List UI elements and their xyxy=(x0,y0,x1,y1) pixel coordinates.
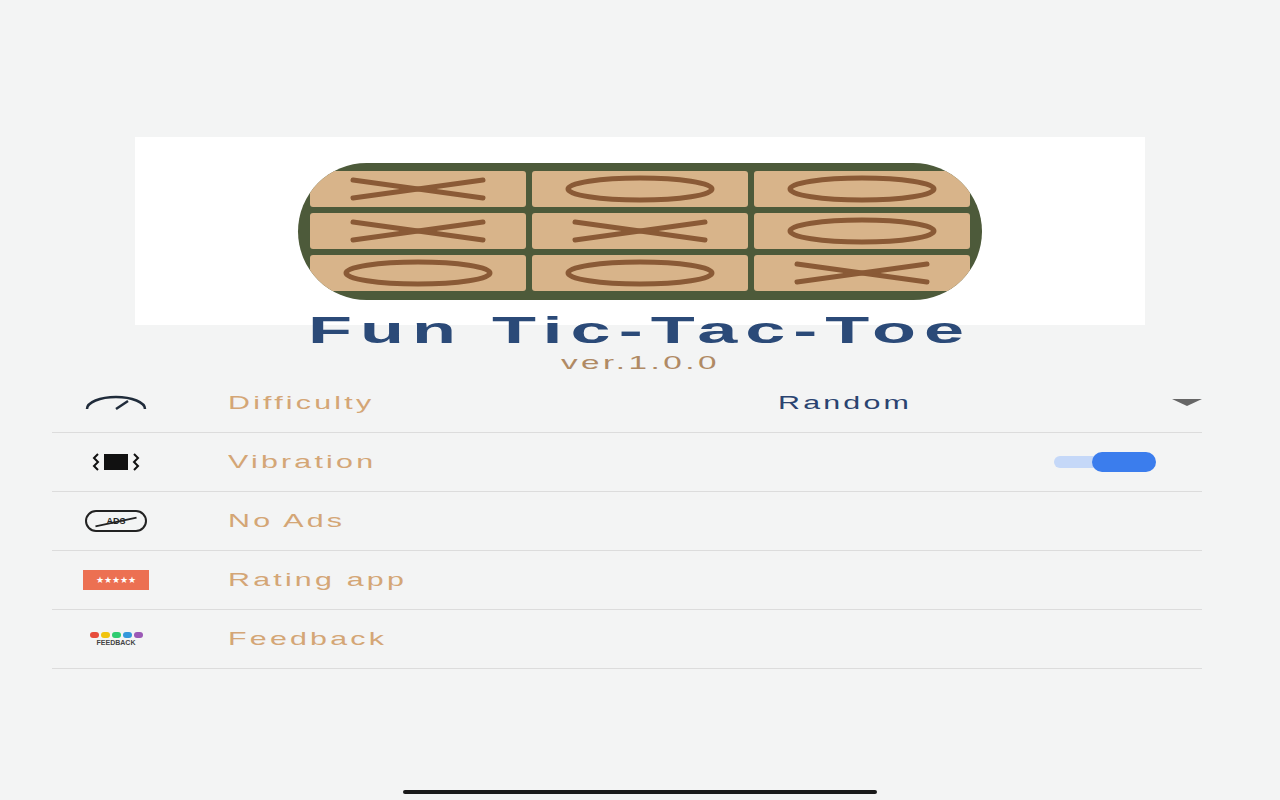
settings-label: Rating app xyxy=(228,566,407,595)
settings-row[interactable]: ADS No Ads xyxy=(52,492,1202,551)
rating-icon: ★★★★★ xyxy=(83,570,149,590)
settings-row[interactable]: FEEDBACK Feedback xyxy=(52,610,1202,669)
vibration-icon xyxy=(86,452,146,472)
board-tile xyxy=(532,255,748,291)
difficulty-value[interactable]: Random xyxy=(778,389,912,418)
settings-label: Difficulty xyxy=(228,389,374,418)
logo-image xyxy=(135,137,1145,325)
board-tile xyxy=(532,213,748,249)
dropdown-arrow-icon[interactable] xyxy=(1172,399,1202,407)
board-tile xyxy=(310,213,526,249)
vibration-toggle[interactable] xyxy=(1054,452,1156,472)
o-mark-icon xyxy=(550,258,730,288)
x-mark-icon xyxy=(328,216,508,246)
board-tile xyxy=(532,171,748,207)
settings-label: No Ads xyxy=(228,507,345,536)
app-title: Fun Tic-Tac-Toe xyxy=(474,311,806,351)
settings-row[interactable]: Difficulty Random xyxy=(52,374,1202,433)
app-version: ver.1.0.0 xyxy=(595,351,686,373)
home-indicator xyxy=(403,790,877,794)
o-mark-icon xyxy=(328,258,508,288)
no-ads-icon: ADS xyxy=(85,510,147,532)
o-mark-icon xyxy=(772,174,952,204)
settings-list: Difficulty Random Vibration ADS No Ads ★★★★★ R… xyxy=(52,374,1202,669)
feedback-icon: FEEDBACK xyxy=(90,632,143,646)
board-tile xyxy=(310,255,526,291)
speedometer-icon xyxy=(84,395,148,411)
o-mark-icon xyxy=(772,216,952,246)
settings-label: Vibration xyxy=(228,448,376,477)
x-mark-icon xyxy=(328,174,508,204)
board-tile xyxy=(310,171,526,207)
settings-row[interactable]: ★★★★★ Rating app xyxy=(52,551,1202,610)
x-mark-icon xyxy=(550,216,730,246)
settings-label: Feedback xyxy=(228,625,387,654)
board-tile xyxy=(754,255,970,291)
board-tile xyxy=(754,213,970,249)
settings-row[interactable]: Vibration xyxy=(52,433,1202,492)
settings-screen: Fun Tic-Tac-Toever.1.0.0 Difficulty Random… xyxy=(0,0,1280,800)
board-tile xyxy=(754,171,970,207)
x-mark-icon xyxy=(772,258,952,288)
o-mark-icon xyxy=(550,174,730,204)
